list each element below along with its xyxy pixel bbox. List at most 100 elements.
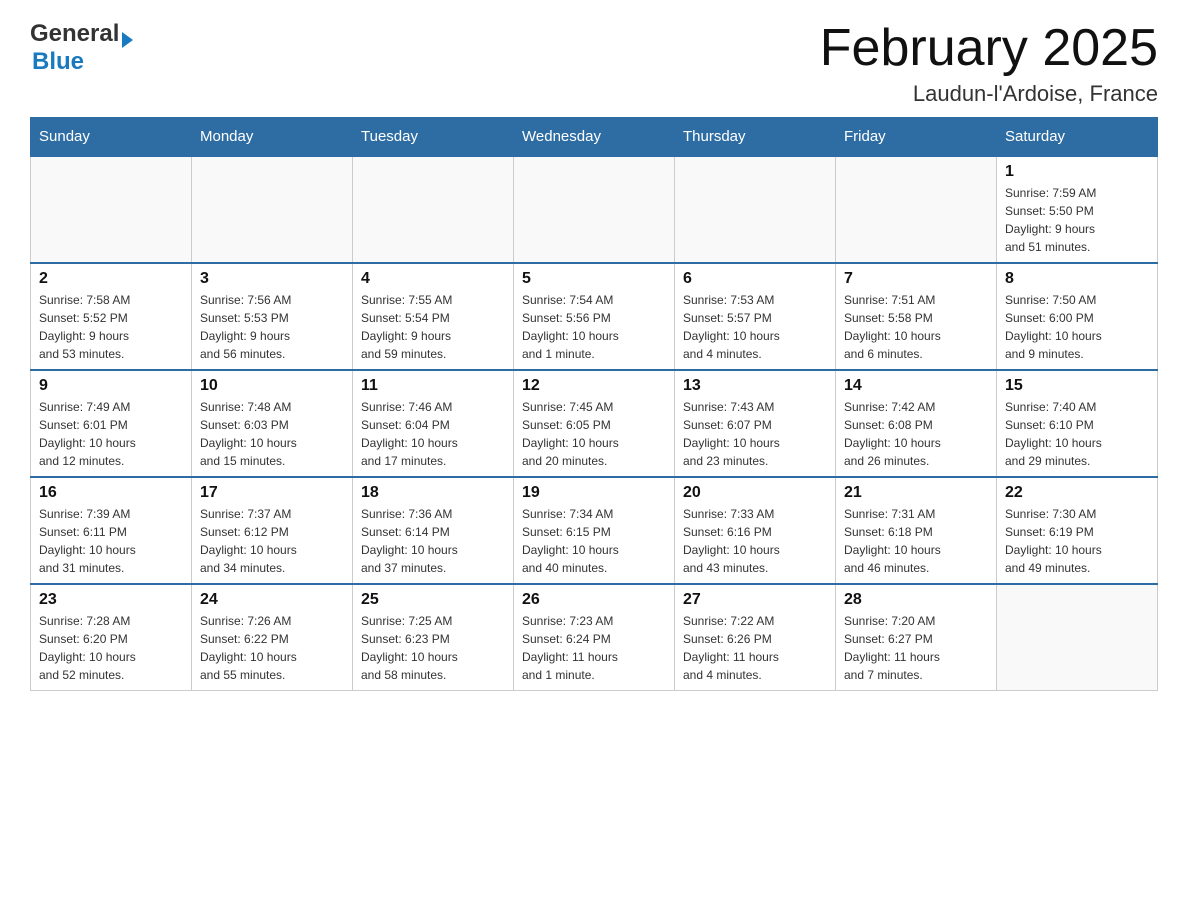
calendar-day-cell: 28 Sunrise: 7:20 AMSunset: 6:27 PMDayligh… — [836, 584, 997, 691]
day-info: Sunrise: 7:26 AMSunset: 6:22 PMDaylight:… — [200, 612, 344, 684]
calendar-day-cell: 14 Sunrise: 7:42 AMSunset: 6:08 PMDayligh… — [836, 370, 997, 477]
logo-blue-text: Blue — [32, 48, 84, 76]
logo-triangle-icon — [122, 32, 133, 48]
day-info: Sunrise: 7:39 AMSunset: 6:11 PMDaylight:… — [39, 505, 183, 577]
calendar-day-cell — [836, 156, 997, 263]
day-info: Sunrise: 7:30 AMSunset: 6:19 PMDaylight:… — [1005, 505, 1149, 577]
calendar-day-cell — [675, 156, 836, 263]
day-number: 13 — [683, 377, 827, 395]
day-number: 11 — [361, 377, 505, 395]
calendar-day-cell: 22Sunrise: 7:30 AMSunset: 6:19 PMDayligh… — [997, 477, 1158, 584]
day-number: 9 — [39, 377, 183, 395]
day-number: 1 — [1005, 163, 1149, 181]
logo-general-text: General — [30, 20, 119, 48]
day-number: 24 — [200, 591, 344, 609]
day-info: Sunrise: 7:36 AMSunset: 6:14 PMDaylight:… — [361, 505, 505, 577]
day-info: Sunrise: 7:51 AMSunset: 5:58 PMDaylight:… — [844, 291, 988, 363]
calendar-day-cell: 6Sunrise: 7:53 AMSunset: 5:57 PMDaylight… — [675, 263, 836, 370]
logo: General Blue — [30, 20, 133, 76]
day-number: 21 — [844, 484, 988, 502]
calendar-day-cell: 18 Sunrise: 7:36 AMSunset: 6:14 PMDayligh… — [353, 477, 514, 584]
day-number: 10 — [200, 377, 344, 395]
day-number: 14 — [844, 377, 988, 395]
calendar-day-cell: 15 Sunrise: 7:40 AMSunset: 6:10 PMDayligh… — [997, 370, 1158, 477]
day-info: Sunrise: 7:37 AMSunset: 6:12 PMDaylight:… — [200, 505, 344, 577]
page-header: General Blue February 2025 Laudun-l'Ardo… — [30, 20, 1158, 107]
day-number: 17 — [200, 484, 344, 502]
day-info: Sunrise: 7:28 AMSunset: 6:20 PMDaylight:… — [39, 612, 183, 684]
day-info: Sunrise: 7:49 AMSunset: 6:01 PMDaylight:… — [39, 398, 183, 470]
day-info: Sunrise: 7:50 AMSunset: 6:00 PMDaylight:… — [1005, 291, 1149, 363]
calendar-month-year: February 2025 — [820, 20, 1158, 77]
header-saturday: Saturday — [997, 118, 1158, 157]
day-number: 2 — [39, 270, 183, 288]
day-number: 6 — [683, 270, 827, 288]
day-number: 23 — [39, 591, 183, 609]
day-info: Sunrise: 7:46 AMSunset: 6:04 PMDaylight:… — [361, 398, 505, 470]
calendar-day-cell: 23 Sunrise: 7:28 AMSunset: 6:20 PMDayligh… — [31, 584, 192, 691]
calendar-day-cell: 8 Sunrise: 7:50 AMSunset: 6:00 PMDaylight… — [997, 263, 1158, 370]
day-number: 27 — [683, 591, 827, 609]
calendar-day-cell: 2Sunrise: 7:58 AMSunset: 5:52 PMDaylight… — [31, 263, 192, 370]
calendar-day-cell: 10 Sunrise: 7:48 AMSunset: 6:03 PMDayligh… — [192, 370, 353, 477]
calendar-day-cell: 11 Sunrise: 7:46 AMSunset: 6:04 PMDayligh… — [353, 370, 514, 477]
calendar-day-cell: 17 Sunrise: 7:37 AMSunset: 6:12 PMDayligh… — [192, 477, 353, 584]
day-number: 7 — [844, 270, 988, 288]
calendar-day-cell: 16 Sunrise: 7:39 AMSunset: 6:11 PMDayligh… — [31, 477, 192, 584]
day-info: Sunrise: 7:56 AMSunset: 5:53 PMDaylight:… — [200, 291, 344, 363]
day-info: Sunrise: 7:48 AMSunset: 6:03 PMDaylight:… — [200, 398, 344, 470]
day-number: 8 — [1005, 270, 1149, 288]
calendar-day-cell: 4 Sunrise: 7:55 AMSunset: 5:54 PMDaylight… — [353, 263, 514, 370]
day-number: 12 — [522, 377, 666, 395]
day-number: 4 — [361, 270, 505, 288]
day-info: Sunrise: 7:54 AMSunset: 5:56 PMDaylight:… — [522, 291, 666, 363]
day-number: 5 — [522, 270, 666, 288]
calendar-week-row: 1 Sunrise: 7:59 AMSunset: 5:50 PMDaylight… — [31, 156, 1158, 263]
calendar-day-cell: 3 Sunrise: 7:56 AMSunset: 5:53 PMDaylight… — [192, 263, 353, 370]
day-info: Sunrise: 7:55 AMSunset: 5:54 PMDaylight:… — [361, 291, 505, 363]
calendar-day-cell: 26Sunrise: 7:23 AMSunset: 6:24 PMDayligh… — [514, 584, 675, 691]
day-info: Sunrise: 7:20 AMSunset: 6:27 PMDaylight:… — [844, 612, 988, 684]
calendar-day-cell: 5 Sunrise: 7:54 AMSunset: 5:56 PMDaylight… — [514, 263, 675, 370]
calendar-day-cell: 24 Sunrise: 7:26 AMSunset: 6:22 PMDayligh… — [192, 584, 353, 691]
calendar-title-block: February 2025 Laudun-l'Ardoise, France — [820, 20, 1158, 107]
day-info: Sunrise: 7:45 AMSunset: 6:05 PMDaylight:… — [522, 398, 666, 470]
day-info: Sunrise: 7:43 AMSunset: 6:07 PMDaylight:… — [683, 398, 827, 470]
day-number: 15 — [1005, 377, 1149, 395]
calendar-day-cell: 1 Sunrise: 7:59 AMSunset: 5:50 PMDaylight… — [997, 156, 1158, 263]
day-number: 25 — [361, 591, 505, 609]
day-number: 20 — [683, 484, 827, 502]
calendar-day-cell: 20Sunrise: 7:33 AMSunset: 6:16 PMDayligh… — [675, 477, 836, 584]
calendar-day-cell: 27 Sunrise: 7:22 AMSunset: 6:26 PMDayligh… — [675, 584, 836, 691]
day-number: 19 — [522, 484, 666, 502]
day-info: Sunrise: 7:25 AMSunset: 6:23 PMDaylight:… — [361, 612, 505, 684]
calendar-week-row: 23 Sunrise: 7:28 AMSunset: 6:20 PMDayligh… — [31, 584, 1158, 691]
day-number: 28 — [844, 591, 988, 609]
calendar-week-row: 2Sunrise: 7:58 AMSunset: 5:52 PMDaylight… — [31, 263, 1158, 370]
day-info: Sunrise: 7:40 AMSunset: 6:10 PMDaylight:… — [1005, 398, 1149, 470]
calendar-day-cell — [192, 156, 353, 263]
header-monday: Monday — [192, 118, 353, 157]
calendar-day-cell: 19Sunrise: 7:34 AMSunset: 6:15 PMDayligh… — [514, 477, 675, 584]
header-tuesday: Tuesday — [353, 118, 514, 157]
calendar-day-cell: 25 Sunrise: 7:25 AMSunset: 6:23 PMDayligh… — [353, 584, 514, 691]
calendar-week-row: 9 Sunrise: 7:49 AMSunset: 6:01 PMDaylight… — [31, 370, 1158, 477]
day-info: Sunrise: 7:42 AMSunset: 6:08 PMDaylight:… — [844, 398, 988, 470]
calendar-day-cell — [514, 156, 675, 263]
day-number: 26 — [522, 591, 666, 609]
calendar-day-cell: 7 Sunrise: 7:51 AMSunset: 5:58 PMDaylight… — [836, 263, 997, 370]
day-number: 16 — [39, 484, 183, 502]
weekday-header-row: Sunday Monday Tuesday Wednesday Thursday… — [31, 118, 1158, 157]
calendar-location: Laudun-l'Ardoise, France — [820, 81, 1158, 107]
day-info: Sunrise: 7:31 AMSunset: 6:18 PMDaylight:… — [844, 505, 988, 577]
day-number: 18 — [361, 484, 505, 502]
day-info: Sunrise: 7:22 AMSunset: 6:26 PMDaylight:… — [683, 612, 827, 684]
calendar-day-cell — [31, 156, 192, 263]
day-info: Sunrise: 7:59 AMSunset: 5:50 PMDaylight:… — [1005, 184, 1149, 256]
calendar-day-cell: 9 Sunrise: 7:49 AMSunset: 6:01 PMDaylight… — [31, 370, 192, 477]
header-sunday: Sunday — [31, 118, 192, 157]
day-number: 3 — [200, 270, 344, 288]
header-wednesday: Wednesday — [514, 118, 675, 157]
header-friday: Friday — [836, 118, 997, 157]
calendar-day-cell: 21 Sunrise: 7:31 AMSunset: 6:18 PMDayligh… — [836, 477, 997, 584]
